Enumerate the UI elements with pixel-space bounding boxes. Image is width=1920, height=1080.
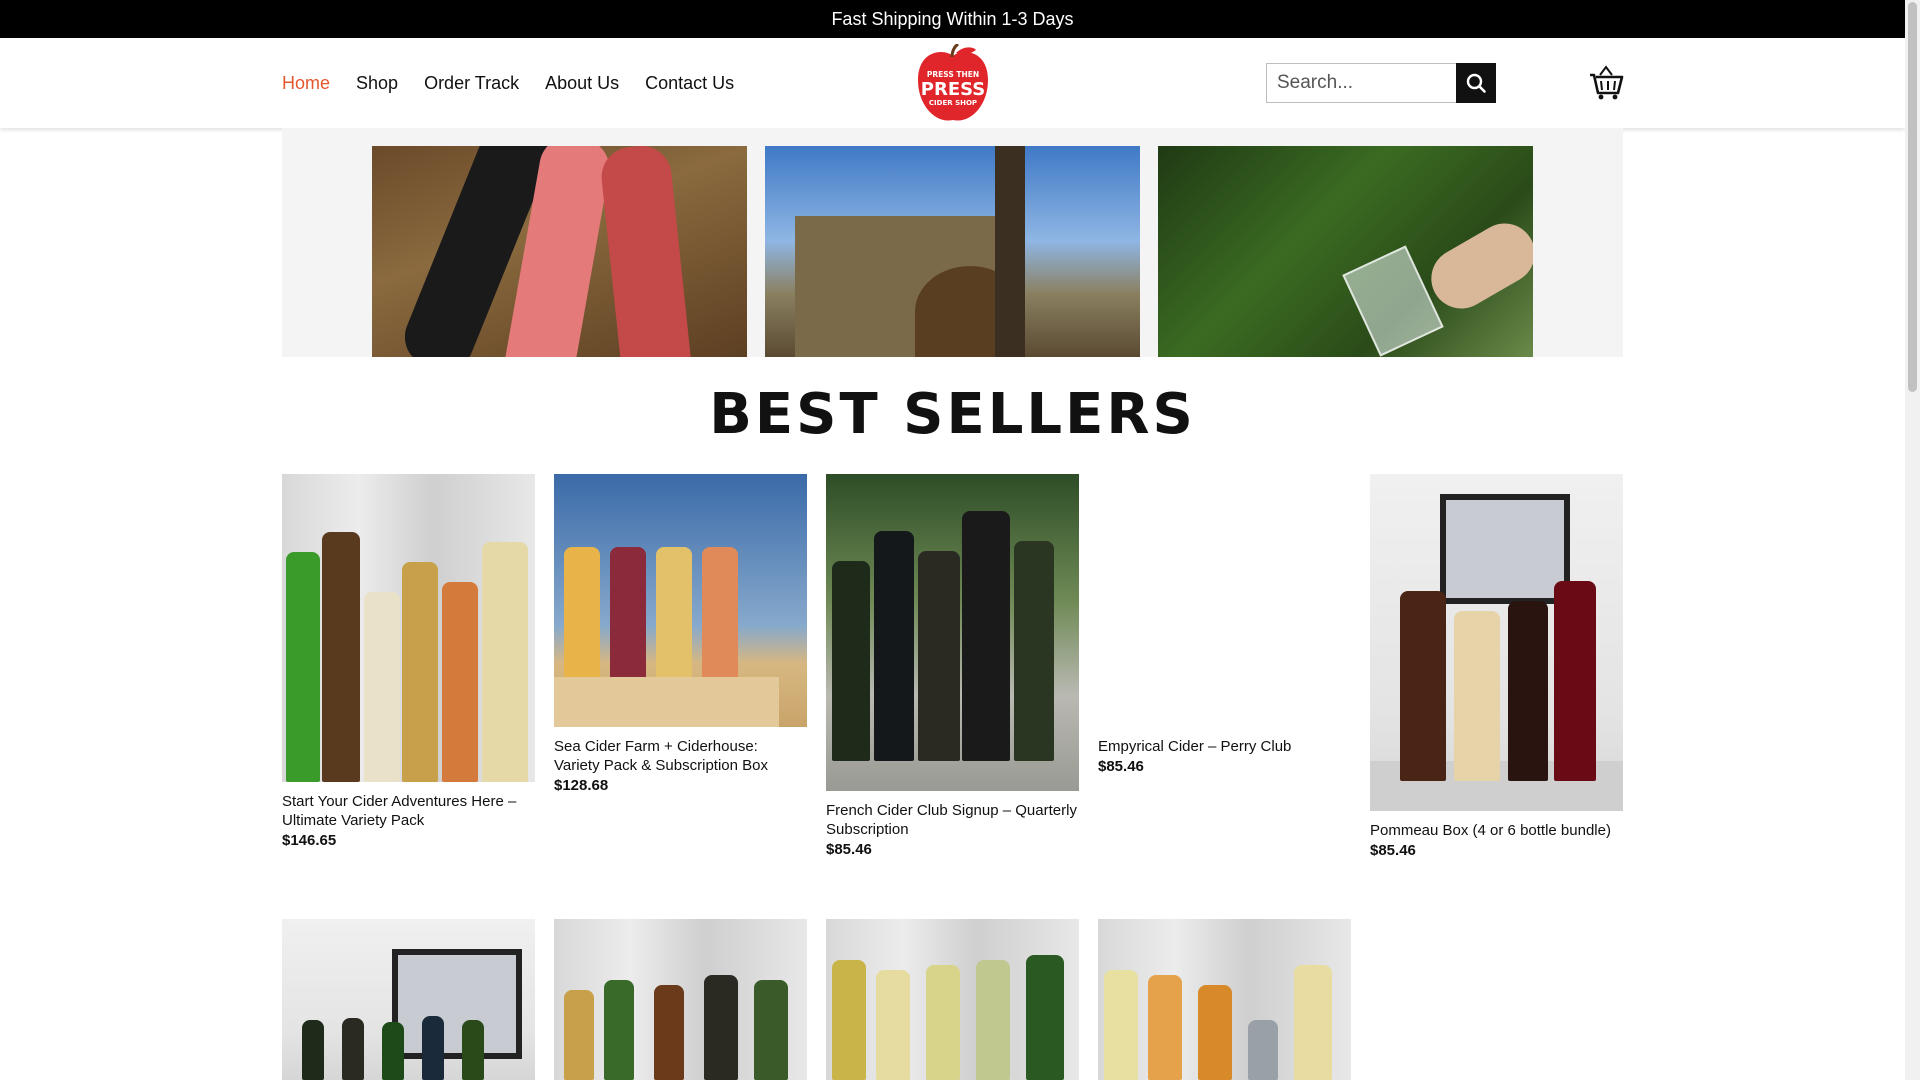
svg-text:PRESS: PRESS (921, 79, 985, 100)
svg-text:PRESS THEN: PRESS THEN (927, 70, 979, 79)
product-card[interactable] (1098, 919, 1351, 1080)
product-name[interactable]: French Cider Club Signup – Quarterly Sub… (826, 801, 1079, 839)
product-card[interactable]: Pommeau Box (4 or 6 bottle bundle) $85.4… (1370, 474, 1623, 859)
banner-photo-bottles (372, 146, 747, 357)
product-card[interactable]: Empyrical Cider – Perry Club $85.46 (1098, 474, 1351, 775)
product-image[interactable] (282, 919, 535, 1080)
search-button[interactable] (1456, 63, 1496, 103)
section-title: BEST SELLERS (709, 382, 1196, 447)
announcement-bar: Fast Shipping Within 1-3 Days (0, 0, 1905, 38)
main-nav: Home Shop Order Track About Us Contact U… (282, 38, 734, 128)
product-image[interactable] (826, 474, 1079, 791)
site-header: Home Shop Order Track About Us Contact U… (0, 38, 1905, 128)
search-icon (1466, 73, 1486, 93)
product-card[interactable]: Sea Cider Farm + Ciderhouse: Variety Pac… (554, 474, 807, 794)
nav-shop[interactable]: Shop (356, 73, 398, 94)
nav-order-track[interactable]: Order Track (424, 73, 519, 94)
product-price: $128.68 (554, 777, 609, 794)
search-input[interactable] (1266, 63, 1456, 103)
product-name[interactable]: Pommeau Box (4 or 6 bottle bundle) (1370, 821, 1623, 840)
product-image[interactable] (554, 474, 807, 727)
banner-photo-pouring-cider (1158, 146, 1533, 357)
product-name[interactable]: Sea Cider Farm + Ciderhouse: Variety Pac… (554, 737, 807, 775)
cart-icon[interactable] (1588, 63, 1624, 101)
search-form (1266, 63, 1496, 103)
product-image[interactable] (1098, 919, 1351, 1080)
product-card[interactable] (282, 919, 535, 1080)
nav-contact-us[interactable]: Contact Us (645, 73, 734, 94)
scrollbar-thumb[interactable] (1908, 2, 1917, 392)
product-price: $85.46 (1370, 842, 1416, 859)
announcement-text: Fast Shipping Within 1-3 Days (831, 8, 1074, 29)
product-card[interactable] (826, 919, 1079, 1080)
page-scrollbar[interactable] (1905, 0, 1920, 1080)
banner-photo-cider-house (765, 146, 1140, 357)
product-image[interactable] (826, 919, 1079, 1080)
product-price: $85.46 (1098, 758, 1144, 775)
product-image[interactable] (1370, 474, 1623, 811)
product-image[interactable] (554, 919, 807, 1080)
svg-text:CIDER SHOP: CIDER SHOP (929, 99, 977, 107)
product-card[interactable]: French Cider Club Signup – Quarterly Sub… (826, 474, 1079, 858)
product-card[interactable] (554, 919, 807, 1080)
product-price: $85.46 (826, 841, 872, 858)
product-card[interactable]: Start Your Cider Adventures Here – Ultim… (282, 474, 535, 849)
product-name[interactable]: Empyrical Cider – Perry Club (1098, 737, 1351, 756)
site-logo[interactable]: PRESS THEN PRESS CIDER SHOP (914, 44, 992, 124)
product-name[interactable]: Start Your Cider Adventures Here – Ultim… (282, 792, 535, 830)
hero-banner[interactable] (282, 128, 1623, 357)
product-image[interactable] (282, 474, 535, 782)
product-price: $146.65 (282, 832, 337, 849)
nav-about-us[interactable]: About Us (545, 73, 619, 94)
nav-home[interactable]: Home (282, 73, 330, 94)
product-image[interactable] (1098, 474, 1351, 727)
